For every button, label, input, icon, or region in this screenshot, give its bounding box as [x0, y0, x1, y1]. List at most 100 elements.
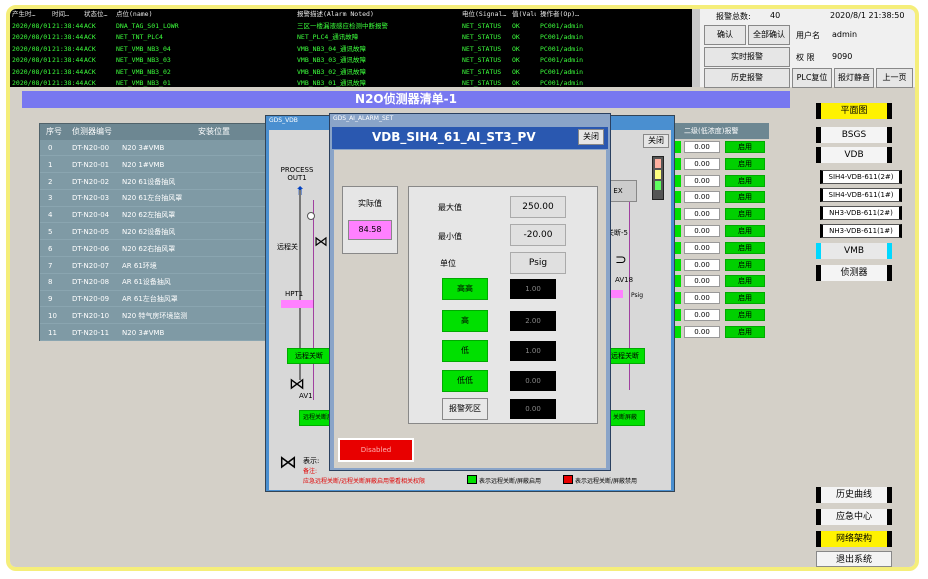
list-item[interactable]: 8 DT-N20-08 AR 61设备抽风: [40, 274, 266, 291]
alarm-col-name[interactable]: 点位(name): [116, 9, 294, 21]
setpoints-box: [408, 186, 598, 424]
enable-button[interactable]: 启用: [725, 258, 765, 271]
nav-sub-sih4-1[interactable]: SIH4-VDB-611(1#): [820, 188, 902, 202]
list-cell-location: N20 3#VMB: [122, 328, 165, 337]
list-item[interactable]: 11 DT-N20-11 N20 3#VMB: [40, 325, 266, 342]
nav-detector-button[interactable]: 侦测器: [816, 265, 892, 281]
alarm-row[interactable]: 2020/08/01 21:38:44 ACK DNA_TAG_S01_LOWR 三区一…: [10, 21, 700, 33]
enable-button[interactable]: 启用: [725, 141, 765, 153]
hh-button[interactable]: 高高: [442, 278, 488, 300]
history-alarm-button[interactable]: 历史报警: [704, 68, 790, 88]
enable-button[interactable]: 启用: [725, 157, 765, 170]
nav-exit-button[interactable]: 退出系统: [816, 551, 892, 567]
mute-button[interactable]: 报灯静音: [834, 68, 874, 88]
detail-value[interactable]: 0.00: [684, 309, 720, 321]
list-item[interactable]: 1 DT-N20-01 N20 1#VMB: [40, 157, 266, 174]
l-value[interactable]: 1.00: [510, 341, 556, 361]
deadband-value[interactable]: 0.00: [510, 399, 556, 419]
list-item[interactable]: 7 DT-N20-07 AR 61环境: [40, 258, 266, 274]
h-button[interactable]: 高: [442, 310, 488, 332]
max-value[interactable]: 250.00: [510, 196, 566, 218]
alarm-row[interactable]: 2020/08/01 21:38:44 ACK NET_VMB_NB3_04 VMB_N…: [10, 44, 700, 56]
nav-history-curve-button[interactable]: 历史曲线: [816, 487, 892, 503]
gauge-icon: [307, 212, 315, 220]
min-value[interactable]: -20.00: [510, 224, 566, 246]
list-item[interactable]: 3 DT-N20-03 N20 61左台抽风罩: [40, 190, 266, 207]
enable-button[interactable]: 启用: [725, 325, 765, 338]
popup-close-button[interactable]: 关闭: [578, 129, 604, 145]
nav-sub-sih4-2[interactable]: SIH4-VDB-611(2#): [820, 170, 902, 184]
enable-button[interactable]: 启用: [725, 225, 765, 237]
detail-value[interactable]: 0.00: [684, 141, 720, 153]
alarm-row[interactable]: 2020/08/01 21:38:44 ACK NET_VMB_NB3_01 VMB_N…: [10, 78, 700, 87]
alarm-row[interactable]: 2020/08/01 21:38:44 ACK NET_VMB_NB3_03 VMB_N…: [10, 55, 700, 67]
nav-sub-nh3-1[interactable]: NH3-VDB-611(1#): [820, 224, 902, 238]
list-item[interactable]: 5 DT-N20-05 N20 62设备抽风: [40, 224, 266, 241]
prev-page-button[interactable]: 上一页: [876, 68, 913, 88]
nav-vdb-button[interactable]: VDB: [816, 147, 892, 163]
h-value[interactable]: 2.00: [510, 311, 556, 331]
ack-all-button[interactable]: 全部确认: [748, 25, 790, 45]
enable-button[interactable]: 启用: [725, 174, 765, 187]
enable-button[interactable]: 启用: [725, 309, 765, 321]
list-item[interactable]: 2 DT-N20-02 N20 61设备抽风: [40, 174, 266, 190]
enable-button[interactable]: 启用: [725, 208, 765, 221]
nav-bsgs-button[interactable]: BSGS: [816, 127, 892, 143]
list-item[interactable]: 9 DT-N20-09 AR 61左台抽风罩: [40, 291, 266, 308]
enable-button[interactable]: 启用: [725, 292, 765, 305]
detail-row: 0.00 启用: [672, 240, 769, 256]
alarm-row[interactable]: 2020/08/01 21:38:44 ACK NET_TNT_PLC4 NET_PLC…: [10, 32, 700, 44]
status-light: [652, 156, 664, 200]
detail-value[interactable]: 0.00: [684, 225, 720, 237]
detail-value[interactable]: 0.00: [684, 325, 720, 338]
nav-emergency-button[interactable]: 应急中心: [816, 509, 892, 525]
alarm-scrollbar[interactable]: [692, 9, 700, 87]
alarm-col-value[interactable]: 值(Value): [512, 9, 536, 21]
remote-shutdown-button-left[interactable]: 远程关断: [287, 348, 331, 364]
ll-value[interactable]: 0.00: [510, 371, 556, 391]
deadband-button[interactable]: 报警死区: [442, 398, 488, 420]
hh-value[interactable]: 1.00: [510, 279, 556, 299]
alarm-col-state[interactable]: 状态位…: [84, 9, 114, 21]
detail-value[interactable]: 0.00: [684, 258, 720, 271]
enable-button[interactable]: 启用: [725, 241, 765, 254]
realtime-alarm-button[interactable]: 实时报警: [704, 47, 790, 67]
alarm-col-desc[interactable]: 报警描述(Alarm Noted): [297, 9, 462, 21]
plc-reset-button[interactable]: PLC复位: [792, 68, 832, 88]
alarm-col-signal[interactable]: 电位(Signal…: [462, 9, 508, 21]
list-col-index: 序号: [46, 127, 62, 136]
list-item[interactable]: 4 DT-N20-04 N20 62左抽风罩: [40, 207, 266, 224]
alarm-row[interactable]: 2020/08/01 21:38:44 ACK NET_VMB_NB3_02 VMB_N…: [10, 67, 700, 79]
list-item[interactable]: 6 DT-N20-06 N20 62右抽风罩: [40, 241, 266, 258]
ack-button[interactable]: 确认: [704, 25, 746, 45]
detail-value[interactable]: 0.00: [684, 275, 720, 288]
detail-value[interactable]: 0.00: [684, 174, 720, 187]
gds-close-button[interactable]: 关闭: [643, 134, 669, 148]
disabled-button[interactable]: Disabled: [338, 438, 414, 462]
alarm-cell: OK: [512, 56, 520, 64]
l-button[interactable]: 低: [442, 340, 488, 362]
enable-button[interactable]: 启用: [725, 191, 765, 204]
list-item[interactable]: 0 DT-N20-00 N20 3#VMB: [40, 140, 266, 157]
app-frame: 产生时… 时间… 状态位… 点位(name) 报警描述(Alarm Noted)…: [6, 5, 919, 571]
hpt-value: [281, 300, 313, 308]
detail-value[interactable]: 0.00: [684, 241, 720, 254]
list-col-id: 侦测器编号: [72, 127, 112, 136]
nav-plan-button[interactable]: 平面图: [816, 103, 892, 119]
alarm-col-operator[interactable]: 操作者(Op)…: [540, 9, 600, 21]
detail-value[interactable]: 0.00: [684, 292, 720, 305]
user-label: 用户名: [796, 31, 820, 40]
status-light-red-icon: [655, 159, 661, 168]
detail-value[interactable]: 0.00: [684, 208, 720, 221]
enable-button[interactable]: 启用: [725, 275, 765, 288]
list-item[interactable]: 10 DT-N20-10 N20 特气房环境监测: [40, 308, 266, 325]
nav-vmb-button[interactable]: VMB: [816, 243, 892, 259]
nav-network-button[interactable]: 网络架构: [816, 531, 892, 547]
nav-sub-nh3-2[interactable]: NH3-VDB-611(2#): [820, 206, 902, 220]
ll-button[interactable]: 低低: [442, 370, 488, 392]
detail-value[interactable]: 0.00: [684, 157, 720, 170]
shield-button-right[interactable]: 关断屏蔽: [605, 410, 645, 426]
detail-value[interactable]: 0.00: [684, 191, 720, 204]
detail-row: 0.00 启用: [672, 257, 769, 273]
remote-shutdown-button-right[interactable]: 远程关断: [605, 348, 645, 364]
